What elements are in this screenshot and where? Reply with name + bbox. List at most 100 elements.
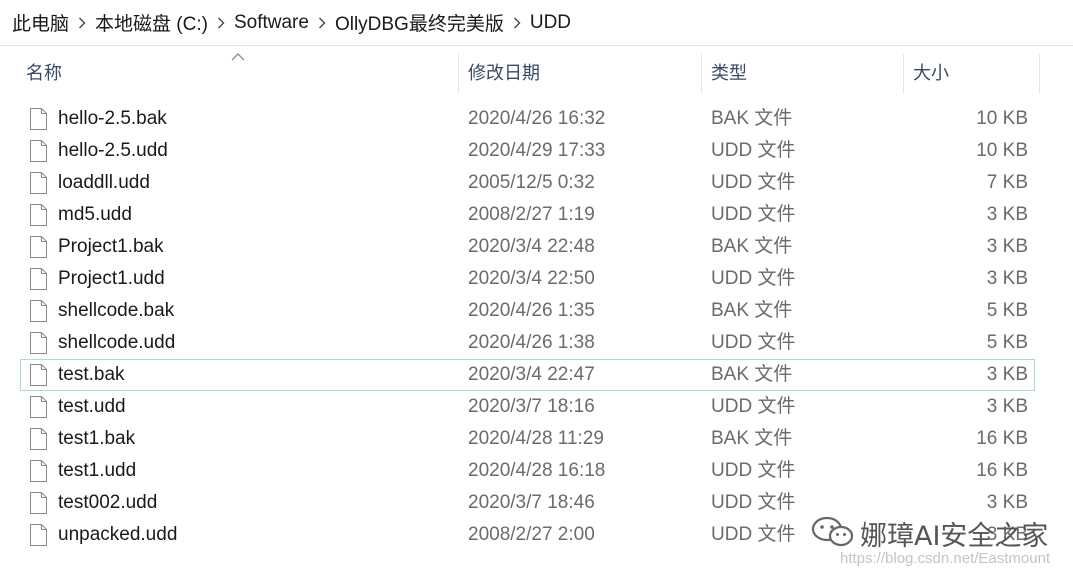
- file-modified-date: 2008/2/27 2:00: [468, 524, 595, 545]
- watermark: 娜璋AI安全之家 https://blog.csdn.net/Eastmount: [810, 512, 1070, 574]
- file-row[interactable]: shellcode.bak 2020/4/26 1:35 BAK 文件 5 KB: [20, 295, 1035, 327]
- file-type: UDD 文件: [711, 492, 796, 513]
- chevron-right-icon[interactable]: [311, 17, 333, 29]
- file-modified-date: 2020/3/7 18:46: [468, 492, 595, 513]
- column-header-type-label: 类型: [711, 63, 747, 83]
- file-icon: [30, 236, 47, 258]
- file-modified-date: 2020/3/4 22:50: [468, 268, 595, 289]
- chevron-right-icon[interactable]: [210, 17, 232, 29]
- file-row[interactable]: md5.udd 2008/2/27 1:19 UDD 文件 3 KB: [20, 199, 1035, 231]
- column-header-type[interactable]: 类型: [703, 48, 903, 96]
- file-icon: [30, 172, 47, 194]
- file-name: test.udd: [58, 396, 126, 417]
- file-row[interactable]: shellcode.udd 2020/4/26 1:38 UDD 文件 5 KB: [20, 327, 1035, 359]
- breadcrumb-udd[interactable]: UDD: [528, 12, 573, 34]
- file-type: BAK 文件: [711, 428, 793, 449]
- file-name: loaddll.udd: [58, 172, 150, 193]
- breadcrumb-software[interactable]: Software: [232, 12, 311, 34]
- file-list[interactable]: hello-2.5.bak 2020/4/26 16:32 BAK 文件 10 KB h…: [20, 103, 1035, 551]
- file-row[interactable]: hello-2.5.udd 2020/4/29 17:33 UDD 文件 10 KB: [20, 135, 1035, 167]
- file-row[interactable]: hello-2.5.bak 2020/4/26 16:32 BAK 文件 10 KB: [20, 103, 1035, 135]
- file-type: UDD 文件: [711, 140, 796, 161]
- sort-ascending-icon: [231, 53, 245, 61]
- column-header-date-label: 修改日期: [468, 63, 540, 83]
- column-header-size[interactable]: 大小: [905, 48, 1039, 96]
- file-name: Project1.udd: [58, 268, 165, 289]
- file-modified-date: 2020/4/28 11:29: [468, 428, 604, 449]
- file-icon: [30, 204, 47, 226]
- file-modified-date: 2020/4/29 17:33: [468, 140, 606, 161]
- file-name: md5.udd: [58, 204, 132, 225]
- file-modified-date: 2020/4/26 1:35: [468, 300, 595, 321]
- file-icon: [30, 428, 47, 450]
- file-size: 3 KB: [986, 364, 1028, 385]
- file-size: 16 KB: [976, 460, 1028, 481]
- file-type: UDD 文件: [711, 524, 796, 545]
- wechat-logo-icon: [811, 516, 854, 547]
- file-row[interactable]: test1.udd 2020/4/28 16:18 UDD 文件 16 KB: [20, 455, 1035, 487]
- file-name: test1.udd: [58, 460, 137, 481]
- file-type: UDD 文件: [711, 268, 796, 289]
- watermark-url: https://blog.csdn.net/Eastmount: [840, 550, 1051, 567]
- file-row[interactable]: test.udd 2020/3/7 18:16 UDD 文件 3 KB: [20, 391, 1035, 423]
- file-icon: [30, 396, 47, 418]
- file-modified-date: 2020/4/26 16:32: [468, 108, 606, 129]
- column-header-size-label: 大小: [913, 63, 949, 83]
- column-divider[interactable]: [701, 54, 702, 94]
- file-size: 3 KB: [986, 396, 1028, 417]
- breadcrumb-local-disk[interactable]: 本地磁盘 (C:): [93, 9, 210, 36]
- file-type: BAK 文件: [711, 364, 793, 385]
- chevron-right-icon[interactable]: [71, 17, 93, 29]
- breadcrumb-this-pc[interactable]: 此电脑: [10, 9, 71, 36]
- file-modified-date: 2020/3/4 22:48: [468, 236, 595, 257]
- file-icon: [30, 300, 47, 322]
- file-size: 10 KB: [976, 140, 1028, 161]
- column-divider[interactable]: [1039, 54, 1040, 94]
- column-header-row: 名称 修改日期 类型 大小: [0, 48, 1073, 96]
- file-row[interactable]: test.bak 2020/3/4 22:47 BAK 文件 3 KB: [20, 359, 1035, 391]
- file-size: 3 KB: [986, 204, 1028, 225]
- file-type: UDD 文件: [711, 204, 796, 225]
- file-name: test.bak: [58, 364, 125, 385]
- file-modified-date: 2020/3/7 18:16: [468, 396, 595, 417]
- file-name: shellcode.bak: [58, 300, 175, 321]
- file-type: UDD 文件: [711, 460, 796, 481]
- file-name: hello-2.5.udd: [58, 140, 168, 161]
- file-icon: [30, 108, 47, 130]
- file-icon: [30, 460, 47, 482]
- file-type: BAK 文件: [711, 300, 793, 321]
- address-bar[interactable]: 此电脑 本地磁盘 (C:) Software OllyDBG最终完美版 UDD: [0, 0, 1073, 46]
- file-row[interactable]: Project1.udd 2020/3/4 22:50 UDD 文件 3 KB: [20, 263, 1035, 295]
- file-modified-date: 2008/2/27 1:19: [468, 204, 595, 225]
- file-size: 3 KB: [986, 236, 1028, 257]
- file-modified-date: 2005/12/5 0:32: [468, 172, 595, 193]
- file-row[interactable]: loaddll.udd 2005/12/5 0:32 UDD 文件 7 KB: [20, 167, 1035, 199]
- file-size: 3 KB: [986, 268, 1028, 289]
- file-type: UDD 文件: [711, 172, 796, 193]
- column-divider[interactable]: [903, 54, 904, 94]
- file-size: 7 KB: [986, 172, 1028, 193]
- file-icon: [30, 332, 47, 354]
- file-type: UDD 文件: [711, 396, 796, 417]
- watermark-brand: 娜璋AI安全之家: [860, 521, 1049, 552]
- file-icon: [30, 364, 47, 386]
- file-size: 5 KB: [986, 332, 1028, 353]
- file-icon: [30, 140, 47, 162]
- file-row[interactable]: Project1.bak 2020/3/4 22:48 BAK 文件 3 KB: [20, 231, 1035, 263]
- chevron-right-icon[interactable]: [506, 17, 528, 29]
- file-name: unpacked.udd: [58, 524, 178, 545]
- column-header-name-label: 名称: [26, 63, 62, 83]
- file-row[interactable]: test1.bak 2020/4/28 11:29 BAK 文件 16 KB: [20, 423, 1035, 455]
- column-header-date[interactable]: 修改日期: [460, 48, 700, 96]
- file-type: UDD 文件: [711, 332, 796, 353]
- file-size: 16 KB: [976, 428, 1028, 449]
- file-size: 10 KB: [976, 108, 1028, 129]
- breadcrumb-ollydbg[interactable]: OllyDBG最终完美版: [333, 9, 506, 36]
- file-icon: [30, 268, 47, 290]
- column-divider[interactable]: [458, 54, 459, 94]
- file-modified-date: 2020/3/4 22:47: [468, 364, 595, 385]
- file-name: test002.udd: [58, 492, 158, 513]
- file-name: shellcode.udd: [58, 332, 176, 353]
- file-icon: [30, 492, 47, 514]
- file-type: BAK 文件: [711, 108, 793, 129]
